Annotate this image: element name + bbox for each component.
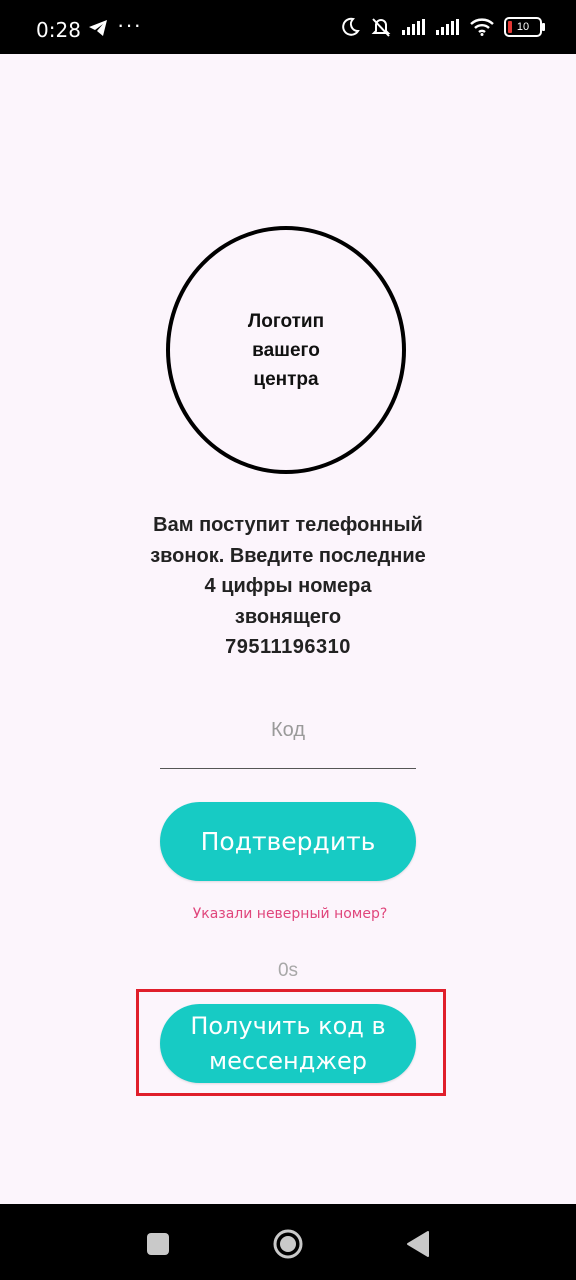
code-field xyxy=(160,708,416,769)
get-code-messenger-button[interactable]: Получить код в мессенджер xyxy=(160,1004,416,1083)
more-notifications-icon: ··· xyxy=(117,12,142,37)
navigation-bar xyxy=(0,1204,576,1280)
resend-timer: 0s xyxy=(277,960,299,981)
wifi-icon xyxy=(470,18,494,36)
battery-icon: 10 xyxy=(504,17,545,37)
logo-text: Логотип вашего центра xyxy=(247,310,325,390)
mute-icon xyxy=(371,18,391,37)
status-time: 0:28 xyxy=(36,18,81,42)
back-icon[interactable] xyxy=(406,1230,430,1258)
battery-level: 10 xyxy=(516,21,530,33)
center-logo: Логотип вашего центра xyxy=(166,226,406,474)
recents-icon[interactable] xyxy=(147,1233,169,1255)
signal-icon-2 xyxy=(436,19,459,35)
instructions-text: Вам поступит телефонный звонок. Введите … xyxy=(150,514,426,628)
wrong-number-link[interactable]: Указали неверный номер? xyxy=(150,906,430,922)
instructions: Вам поступит телефонный звонок. Введите … xyxy=(150,510,426,663)
code-input[interactable] xyxy=(160,708,416,768)
signal-icon xyxy=(402,19,425,35)
status-bar: 0:28 ··· 10 xyxy=(0,0,576,54)
confirm-button[interactable]: Подтвердить xyxy=(160,802,416,881)
telegram-icon xyxy=(89,20,107,36)
caller-phone-number: 79511196310 xyxy=(225,636,351,658)
moon-icon xyxy=(342,17,360,36)
home-icon[interactable] xyxy=(273,1229,303,1259)
